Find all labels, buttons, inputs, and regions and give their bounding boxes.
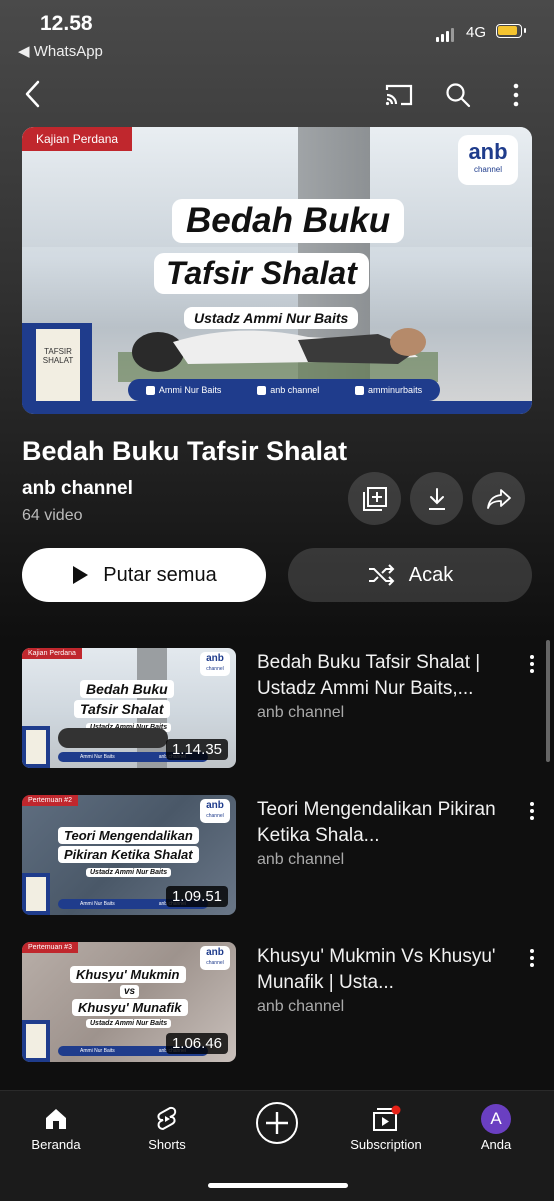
create-button[interactable] [227, 1101, 327, 1145]
status-bar: 12.58 ◀ WhatsApp 4G [0, 0, 554, 70]
avatar: A [481, 1104, 511, 1134]
back-arrow-icon[interactable] [18, 76, 46, 112]
video-thumbnail[interactable]: Pertemuan #2 anb channel Teori Mengendali… [22, 795, 236, 915]
video-thumbnail[interactable]: Kajian Perdana anb channel Bedah Buku Taf… [22, 648, 236, 768]
video-duration: 1.14.35 [165, 739, 228, 760]
video-channel: anb channel [257, 851, 345, 868]
thumbnail-tag: Kajian Perdana [22, 127, 133, 151]
nav-you[interactable]: A Anda [446, 1101, 546, 1152]
share-icon [486, 488, 511, 509]
add-to-library-icon [362, 486, 387, 511]
video-title[interactable]: Bedah Buku Tafsir Shalat | Ustadz Ammi N… [257, 650, 519, 702]
channel-logo: anb channel [200, 946, 230, 970]
nav-shorts[interactable]: Shorts [117, 1101, 217, 1152]
video-channel: anb channel [257, 704, 345, 721]
play-all-button[interactable]: Putar semua [22, 548, 266, 602]
youtube-telegram-icon [257, 385, 267, 395]
search-icon[interactable] [441, 78, 475, 112]
network-type: 4G [466, 24, 487, 41]
save-playlist-button[interactable] [348, 472, 401, 525]
thumbnail-title-line2: Tafsir Shalat [154, 253, 369, 294]
video-duration: 1.09.51 [165, 886, 228, 907]
cast-icon[interactable] [382, 78, 416, 112]
download-icon [428, 487, 445, 510]
more-options-icon[interactable] [524, 652, 540, 678]
thumbnail-speaker: Ustadz Ammi Nur Baits [184, 307, 359, 329]
home-icon [46, 1109, 66, 1129]
battery-icon [496, 24, 526, 38]
video-list-item[interactable]: Pertemuan #2 anb channel Teori Mengendali… [0, 795, 554, 917]
shuffle-icon [368, 564, 395, 586]
signal-icon [436, 28, 454, 42]
video-list-item[interactable]: Kajian Perdana anb channel Bedah Buku Taf… [0, 648, 554, 770]
shuffle-button[interactable]: Acak [288, 548, 532, 602]
status-time: 12.58 [40, 12, 93, 35]
facebook-icon [145, 385, 155, 395]
playlist-thumbnail[interactable]: Kajian Perdana anb channel Bedah Buku Ta… [22, 127, 532, 414]
nav-subscriptions[interactable]: Subscription [336, 1101, 436, 1152]
instagram-icon [355, 385, 365, 395]
playlist-video-count: 64 video [22, 507, 83, 524]
nav-home[interactable]: Beranda [6, 1101, 106, 1152]
video-list-item[interactable]: Pertemuan #3 anb channel Khusyu' Mukmin v… [0, 942, 554, 1064]
channel-logo: anb channel [458, 135, 518, 185]
play-icon [73, 566, 89, 584]
thumbnail-title-line1: Bedah Buku [172, 199, 405, 243]
channel-logo: anb channel [200, 799, 230, 823]
more-options-icon[interactable] [524, 799, 540, 825]
video-thumbnail[interactable]: Pertemuan #3 anb channel Khusyu' Mukmin v… [22, 942, 236, 1062]
video-title[interactable]: Teori Mengendalikan Pikiran Ketika Shala… [257, 797, 519, 849]
social-handles-bar: Ammi Nur Baits anb channel amminurbaits [128, 379, 440, 401]
share-button[interactable] [472, 472, 525, 525]
subscriptions-icon [373, 1105, 401, 1131]
channel-logo: anb channel [200, 652, 230, 676]
top-bar [0, 70, 554, 120]
more-options-icon[interactable] [524, 946, 540, 972]
more-options-icon[interactable] [502, 78, 530, 112]
download-button[interactable] [410, 472, 463, 525]
plus-icon [256, 1102, 298, 1144]
book-image: TAFSIR SHALAT [22, 323, 92, 411]
back-to-app-link[interactable]: ◀ WhatsApp [18, 42, 103, 60]
video-channel: anb channel [257, 998, 345, 1015]
shorts-icon [157, 1106, 177, 1131]
playlist-channel-link[interactable]: anb channel [22, 478, 133, 500]
video-duration: 1.06.46 [165, 1033, 228, 1054]
playlist-title: Bedah Buku Tafsir Shalat [22, 436, 348, 466]
video-title[interactable]: Khusyu' Mukmin Vs Khusyu' Munafik | Usta… [257, 944, 519, 996]
home-indicator [208, 1183, 348, 1188]
